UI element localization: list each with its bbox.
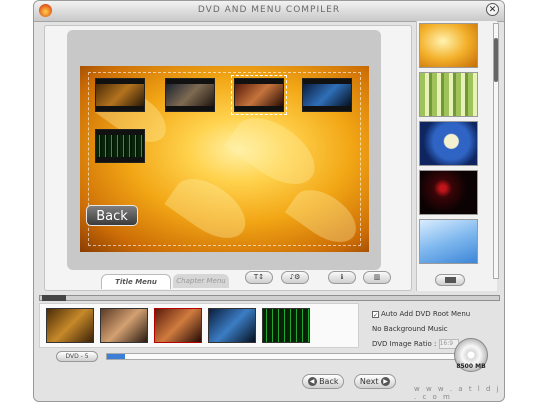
clip-thumbnail-1[interactable] (46, 308, 94, 343)
text-format-button[interactable]: T↕ (245, 271, 273, 284)
tab-title-menu[interactable]: Title Menu (101, 274, 171, 289)
capacity-bar-fill (107, 354, 125, 359)
app-window: DVD AND MENU COMPILER ✕ Back Title Menu … (33, 0, 505, 402)
disc-capacity-label: 8500 MB (456, 363, 486, 370)
title-thumbnail-4[interactable] (302, 78, 352, 112)
menu-editor-panel: Back Title Menu Chapter Menu T↕ ♪⚙ ℹ ▥ (44, 25, 412, 291)
back-arrow-icon: ◀ (307, 377, 317, 386)
title-thumbnail-1[interactable] (95, 78, 145, 112)
clip-thumbnail-3[interactable] (154, 308, 202, 343)
clip-strip (39, 303, 359, 348)
music-settings-button[interactable]: ♪⚙ (281, 271, 309, 284)
auto-add-root-menu-checkbox[interactable]: ✓ (372, 310, 379, 319)
background-thumb-autumn[interactable] (419, 23, 478, 68)
disc-capacity-area: DVD - 5 (39, 349, 499, 363)
background-library (416, 21, 499, 291)
window-title: DVD AND MENU COMPILER (197, 5, 341, 15)
next-button[interactable]: Next ▶ (354, 374, 396, 389)
delete-button[interactable]: ▥ (363, 271, 391, 284)
next-button-label: Next (359, 377, 379, 386)
clip-thumbnail-5[interactable] (262, 308, 310, 343)
title-thumbnail-3[interactable] (231, 75, 287, 115)
background-thumb-bamboo[interactable] (419, 72, 478, 117)
add-image-icon (445, 277, 456, 283)
title-thumbnail-5[interactable] (95, 129, 145, 163)
music-icon: ♪⚙ (289, 273, 301, 281)
next-arrow-icon: ▶ (381, 377, 391, 386)
back-button-label: Back (319, 377, 339, 386)
timeline-slider[interactable] (39, 295, 500, 301)
menu-back-button[interactable]: Back (86, 205, 138, 226)
info-button[interactable]: ℹ (328, 271, 356, 284)
close-button[interactable]: ✕ (486, 3, 499, 16)
background-thumb-ice[interactable] (419, 219, 478, 264)
tab-chapter-menu[interactable]: Chapter Menu (173, 274, 229, 288)
image-ratio-row: DVD Image Ratio : 16:9 (372, 339, 459, 349)
background-thumb-dark-red[interactable] (419, 170, 478, 215)
dvd-disc-icon: 8500 MB (454, 338, 488, 372)
title-bar: DVD AND MENU COMPILER ✕ (34, 1, 504, 22)
menu-preview-canvas[interactable]: Back (80, 66, 369, 252)
add-background-button[interactable] (435, 274, 465, 286)
auto-add-root-menu-label: Auto Add DVD Root Menu (381, 310, 471, 318)
info-icon: ℹ (340, 273, 344, 281)
text-format-icon: T↕ (253, 273, 265, 281)
disc-type-select[interactable]: DVD - 5 (56, 351, 98, 362)
background-music-status: No Background Music (372, 325, 448, 333)
timeline-slider-knob[interactable] (42, 295, 66, 301)
trash-icon: ▥ (373, 273, 381, 281)
background-scrollbar[interactable] (493, 23, 499, 279)
website-watermark: w w w . a t l d j . c o m (414, 385, 501, 401)
capacity-bar (106, 353, 466, 360)
background-thumb-flowers[interactable] (419, 121, 478, 166)
back-button[interactable]: ◀ Back (302, 374, 344, 389)
auto-add-root-menu-option[interactable]: ✓ Auto Add DVD Root Menu (372, 310, 471, 319)
title-thumbnail-2[interactable] (165, 78, 215, 112)
clip-thumbnail-4[interactable] (208, 308, 256, 343)
clip-thumbnail-2[interactable] (100, 308, 148, 343)
scrollbar-handle[interactable] (494, 38, 498, 82)
image-ratio-label: DVD Image Ratio : (372, 340, 437, 348)
